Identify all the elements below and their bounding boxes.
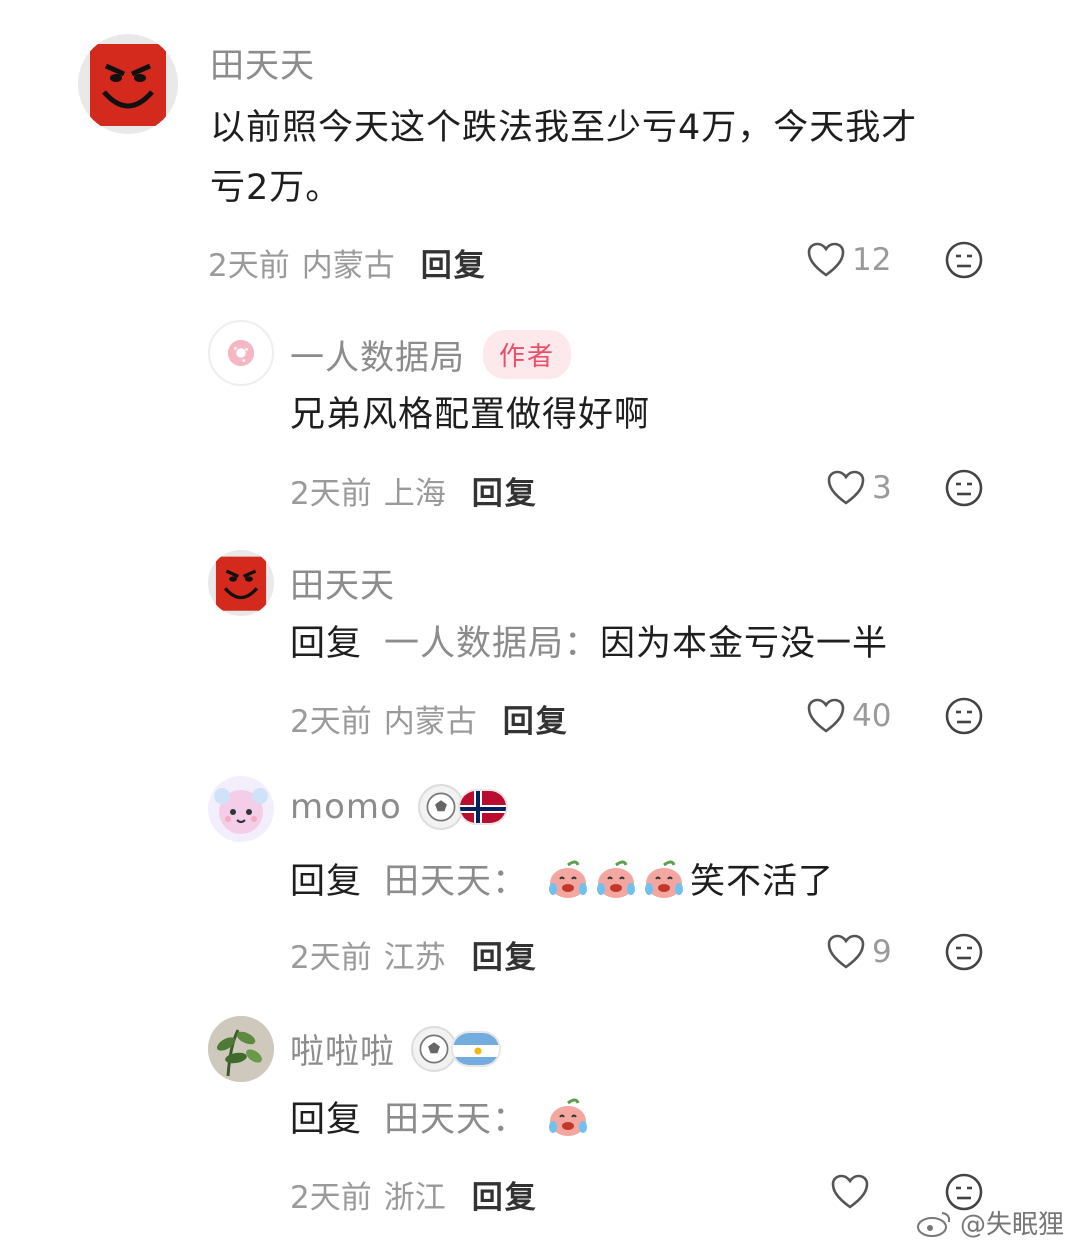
- comment-time: 2天前: [290, 704, 372, 740]
- like-count: 40: [852, 698, 892, 734]
- norway-flag-icon: [457, 789, 508, 825]
- heart-outline-icon: [827, 470, 865, 505]
- author-badge: 作者: [483, 330, 572, 379]
- angry-face-avatar-icon: [208, 550, 274, 616]
- watermark-text: @失眠狸: [959, 1210, 1064, 1240]
- user-avatar[interactable]: [208, 550, 274, 616]
- neutral-face-icon[interactable]: [944, 932, 984, 972]
- like-button[interactable]: 3: [826, 468, 892, 508]
- watermark: @失眠狸: [916, 1204, 1064, 1241]
- football-badge-icon: [417, 784, 464, 830]
- like-button[interactable]: 12: [806, 240, 891, 280]
- crying-laugh-peach-emoji-icon: [597, 860, 636, 898]
- comment-location: 江苏: [383, 940, 446, 976]
- comment-text-line: 亏2万。: [210, 168, 342, 208]
- neutral-face-icon[interactable]: [944, 240, 984, 280]
- comment-time: 2天前: [290, 1180, 372, 1216]
- comment-time: 2天前: [290, 476, 372, 512]
- user-badges: [411, 1025, 501, 1072]
- username[interactable]: 田天天: [290, 558, 395, 607]
- crying-laugh-peach-emoji-icon: [549, 1098, 588, 1136]
- crying-laugh-peach-emoji-icon: [645, 860, 684, 898]
- cute-character-avatar-icon: [214, 788, 268, 834]
- reply-prefix: 回复: [290, 1100, 363, 1140]
- like-button[interactable]: [830, 1172, 870, 1212]
- like-count: 9: [872, 934, 892, 970]
- comment-location: 上海: [383, 476, 446, 512]
- heart-outline-icon: [827, 934, 865, 969]
- comment-text: 回复 一人数据局：因为本金亏没一半: [290, 614, 888, 674]
- reply-item: 一人数据局 作者 兄弟风格配置做得好啊 2天前 上海 回复 3: [0, 300, 1080, 530]
- comment-text-line: 以前照今天这个跌法我至少亏4万，今天我才: [210, 108, 918, 148]
- comment-location: 浙江: [383, 1180, 446, 1216]
- angry-face-avatar-icon: [78, 34, 178, 134]
- comment-text-content: 因为本金亏没一半: [600, 624, 889, 664]
- comment-text: 以前照今天这个跌法我至少亏4万，今天我才 亏2万。: [210, 98, 917, 218]
- username[interactable]: 一人数据局: [290, 330, 465, 379]
- reply-target-username[interactable]: 一人数据局：: [384, 624, 600, 664]
- user-avatar[interactable]: [208, 320, 274, 386]
- weibo-logo-icon: [916, 1211, 951, 1237]
- comment-text: 回复 田天天： 笑不活了: [290, 852, 834, 912]
- comment-text: 兄弟风格配置做得好啊: [290, 395, 651, 435]
- heart-outline-icon: [807, 242, 845, 277]
- reply-button[interactable]: 回复: [472, 1172, 538, 1217]
- reply-item: momo 回复 田天天： 笑不活了 2天前 江苏 回复 9: [0, 760, 1080, 1000]
- donut-avatar-icon: [227, 339, 255, 367]
- reply-prefix: 回复: [290, 862, 363, 902]
- like-button[interactable]: 40: [806, 696, 891, 736]
- comment-text-content: 笑不活了: [690, 862, 835, 902]
- reply-button[interactable]: 回复: [472, 932, 538, 977]
- like-count: 3: [872, 470, 892, 506]
- comment-location: 内蒙古: [301, 248, 395, 284]
- plant-photo-avatar-icon: [208, 1016, 274, 1082]
- crying-laugh-peach-emoji-icon: [549, 860, 588, 898]
- reply-button[interactable]: 回复: [421, 240, 487, 285]
- like-button[interactable]: 9: [826, 932, 892, 972]
- comment-text: 回复 田天天：: [290, 1090, 594, 1150]
- reply-item: 田天天 回复 一人数据局：因为本金亏没一半 2天前 内蒙古 回复 40: [0, 530, 1080, 760]
- user-avatar[interactable]: [208, 776, 274, 842]
- user-badges: [417, 784, 508, 830]
- heart-outline-icon: [831, 1174, 869, 1209]
- neutral-face-icon[interactable]: [944, 696, 984, 736]
- user-avatar[interactable]: [208, 1016, 274, 1082]
- comment-location: 内蒙古: [383, 704, 477, 740]
- reply-button[interactable]: 回复: [472, 468, 538, 513]
- neutral-face-icon[interactable]: [944, 468, 984, 508]
- reply-target-username[interactable]: 田天天：: [384, 1100, 528, 1140]
- comment-time: 2天前: [290, 940, 372, 976]
- argentina-flag-icon: [451, 1030, 501, 1067]
- heart-outline-icon: [807, 698, 845, 733]
- username[interactable]: 啦啦啦: [290, 1024, 395, 1073]
- reply-button[interactable]: 回复: [503, 696, 569, 741]
- username[interactable]: momo: [290, 787, 402, 827]
- reply-target-username[interactable]: 田天天：: [384, 862, 528, 902]
- like-count: 12: [852, 242, 892, 278]
- comment-time: 2天前: [208, 248, 290, 284]
- comment-item: 田天天 以前照今天这个跌法我至少亏4万，今天我才 亏2万。 2天前 内蒙古 回复…: [0, 0, 1080, 300]
- reply-prefix: 回复: [290, 624, 363, 664]
- user-avatar[interactable]: [78, 34, 178, 134]
- username[interactable]: 田天天: [210, 38, 315, 87]
